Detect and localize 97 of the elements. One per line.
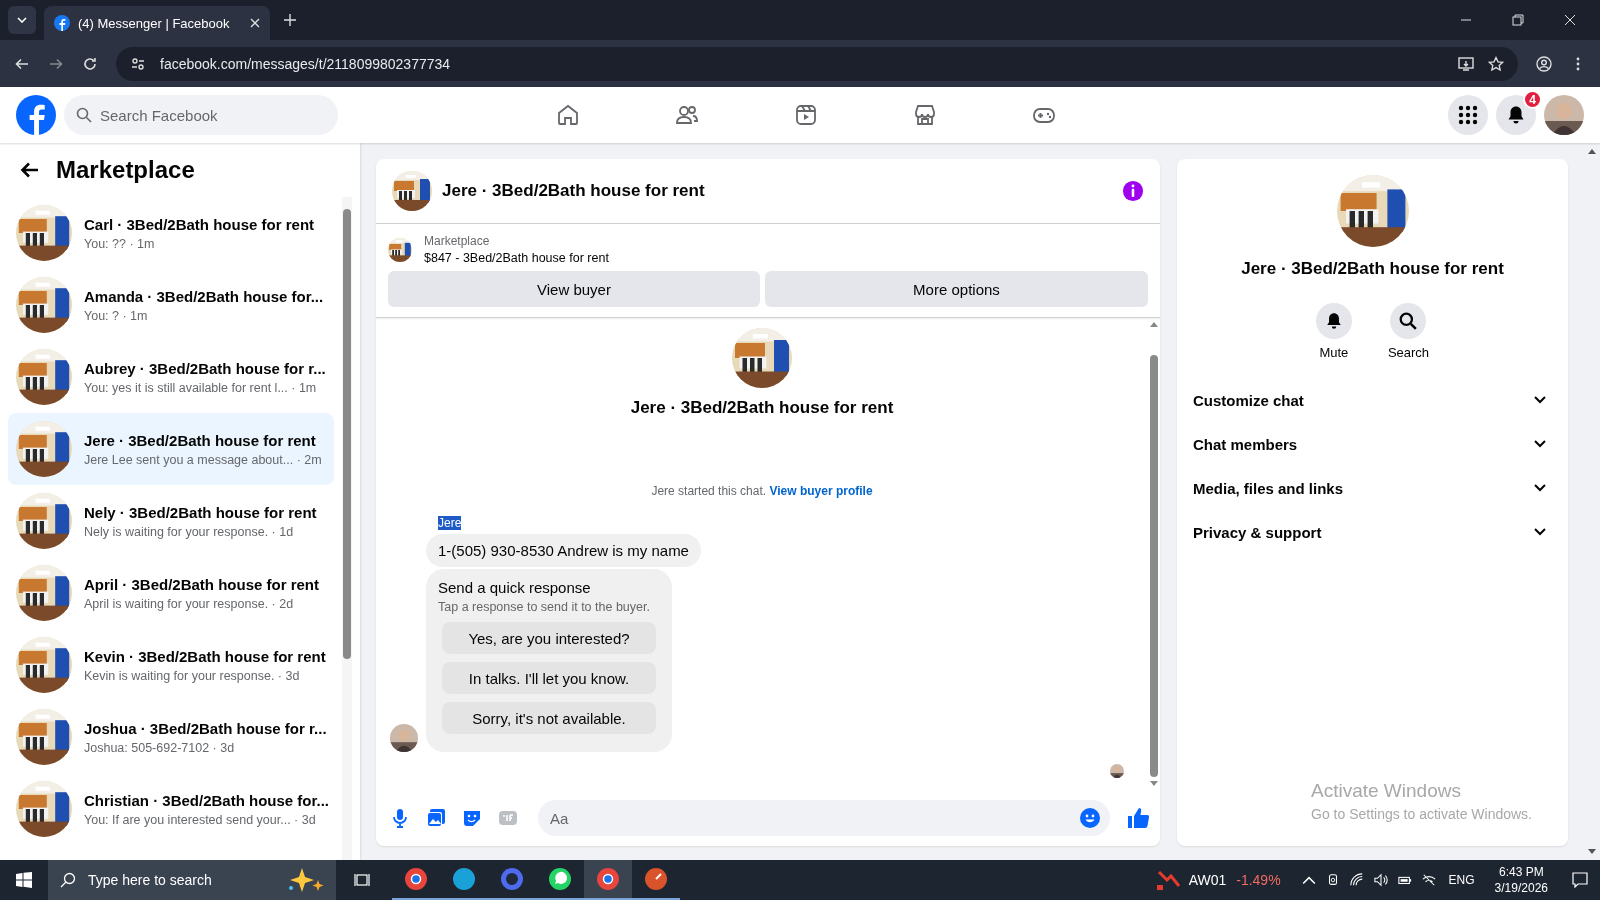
star-icon[interactable] xyxy=(1488,55,1504,72)
restore-icon[interactable] xyxy=(1512,14,1524,26)
scroll-up-icon[interactable] xyxy=(1588,149,1596,154)
app-icon xyxy=(596,867,620,891)
task-view-icon[interactable] xyxy=(354,872,370,888)
close-icon[interactable] xyxy=(250,18,260,28)
search-icon xyxy=(1399,312,1418,330)
sender-name: Jere xyxy=(438,516,462,530)
message-input[interactable]: Aa xyxy=(538,800,1110,836)
conversation-item[interactable]: Kevin · 3Bed/2Bath house for rent Kevin is waiting for your response. · 3d xyxy=(8,629,334,701)
scrollbar[interactable] xyxy=(342,197,352,860)
grid-icon xyxy=(1458,105,1478,125)
app-icon xyxy=(548,867,572,891)
people-icon[interactable] xyxy=(674,103,699,127)
video-icon[interactable] xyxy=(793,103,818,127)
emoji-icon[interactable] xyxy=(1080,808,1100,828)
quick-response-button[interactable]: Yes, are you interested? xyxy=(442,622,656,654)
action-label: Search xyxy=(1387,345,1430,360)
scroll-down-icon[interactable] xyxy=(1588,849,1596,854)
conversation-item[interactable]: April · 3Bed/2Bath house for rent April is waiting for your response. · 2d xyxy=(8,557,334,629)
menu-button[interactable] xyxy=(1448,95,1488,135)
scroll-up-icon[interactable] xyxy=(1150,322,1158,327)
clock-time[interactable]: 6:43 PM xyxy=(1498,865,1544,879)
home-icon[interactable] xyxy=(555,103,580,127)
microphone-icon[interactable] xyxy=(390,808,410,828)
bell-icon xyxy=(1506,105,1526,125)
quick-response-button[interactable]: Sorry, it's not available. xyxy=(442,702,656,734)
stock-symbol: AW01 xyxy=(1188,872,1227,888)
site-settings-icon[interactable] xyxy=(130,55,146,72)
listing-source: Marketplace xyxy=(424,234,491,248)
listing-button[interactable]: More options xyxy=(764,271,1148,307)
store-icon[interactable] xyxy=(912,103,937,127)
browser-tab[interactable]: (4) Messenger | Facebook xyxy=(44,6,270,40)
section-header[interactable]: Media, files and links xyxy=(1193,466,1552,510)
section-header[interactable]: Privacy & support xyxy=(1193,510,1552,554)
notification-center-icon[interactable] xyxy=(1572,872,1588,888)
info-icon[interactable] xyxy=(1122,180,1144,202)
facebook-logo[interactable] xyxy=(16,95,56,135)
app-icon xyxy=(404,867,428,891)
conversation-item[interactable]: Amanda · 3Bed/2Bath house for... You: ? · 1m xyxy=(8,269,334,341)
search-field[interactable]: Search Facebook xyxy=(64,95,338,135)
sidebar-title: Marketplace xyxy=(56,156,195,184)
no-network-icon[interactable] xyxy=(1421,873,1436,887)
facebook-icon xyxy=(54,15,70,31)
conversation-item[interactable]: Christian · 3Bed/2Bath house for... You: If are you interested send your... · 3d xyxy=(8,773,334,845)
activation-notice-title: Activate Windows xyxy=(1311,780,1462,802)
conversation-title: Jere · 3Bed/2Bath house for rent xyxy=(1241,259,1504,279)
chart-down-icon xyxy=(1156,870,1181,890)
sticker-icon[interactable] xyxy=(462,808,482,828)
app-icon xyxy=(644,867,668,891)
chevron-down-icon xyxy=(17,17,27,23)
app-icon xyxy=(452,867,476,891)
notifications-button[interactable] xyxy=(1496,95,1536,135)
conversation-item[interactable]: Nely · 3Bed/2Bath house for rent Nely is waiting for your response. · 1d xyxy=(8,485,334,557)
quick-response-hint: Tap a response to send it to the buyer. xyxy=(438,600,651,614)
conversation-item[interactable]: Aubrey · 3Bed/2Bath house for r... You: yes it is still available for rent l... · 1m xyxy=(8,341,334,413)
mute-button[interactable] xyxy=(1315,303,1352,339)
notification-badge: 4 xyxy=(1523,90,1542,109)
windows-icon[interactable] xyxy=(16,872,32,888)
tab-search-button[interactable] xyxy=(8,6,36,34)
message-bubble: 1-(505) 930-8530 Andrew is my name xyxy=(426,534,701,567)
quick-response-title: Send a quick response xyxy=(438,579,592,596)
thumbs-up-icon[interactable] xyxy=(1126,806,1150,830)
back-arrow-icon[interactable] xyxy=(20,160,40,180)
search-icon xyxy=(76,107,92,123)
reload-icon[interactable] xyxy=(82,55,98,72)
wifi-icon[interactable] xyxy=(1349,873,1364,887)
section-header[interactable]: Chat members xyxy=(1193,422,1552,466)
listing-button[interactable]: View buyer xyxy=(388,271,760,307)
clock-date[interactable]: 3/19/2026 xyxy=(1494,881,1548,895)
conversation-item[interactable]: Jere · 3Bed/2Bath house for rent Jere Lee sent you a message about... · 2m xyxy=(8,413,334,485)
install-app-icon[interactable] xyxy=(1458,55,1474,72)
app-icon xyxy=(500,867,524,891)
search-icon xyxy=(60,872,76,888)
stock-change: -1.49% xyxy=(1236,872,1281,888)
conversation-item[interactable]: Carl · 3Bed/2Bath house for rent You: ?? · 1m xyxy=(8,197,334,269)
chat-title: Jere · 3Bed/2Bath house for rent xyxy=(442,181,705,201)
address-bar[interactable]: facebook.com/messages/t/2118099802377734 xyxy=(116,46,1518,81)
close-icon[interactable] xyxy=(1564,14,1576,26)
conversation-item[interactable]: Joshua · 3Bed/2Bath house for r... Joshua: 505-692-7102 · 3d xyxy=(8,701,334,773)
speaker-icon[interactable] xyxy=(1373,873,1388,887)
search-button[interactable] xyxy=(1390,303,1427,339)
image-icon[interactable] xyxy=(426,808,446,828)
intro-name: Jere · 3Bed/2Bath house for rent xyxy=(630,398,894,418)
taskbar-search-field[interactable]: Type here to search xyxy=(48,860,336,900)
new-tab-icon[interactable] xyxy=(284,14,296,26)
activation-notice-text: Go to Settings to activate Windows. xyxy=(1311,806,1532,822)
profile-icon[interactable] xyxy=(1536,55,1552,72)
action-label: Mute xyxy=(1319,345,1349,360)
quick-response-button[interactable]: In talks. I'll let you know. xyxy=(442,662,656,694)
section-header[interactable]: Customize chat xyxy=(1193,378,1552,422)
chat-start-notice: Jere started this chat. xyxy=(651,484,767,498)
listing-title: $847 - 3Bed/2Bath house for rent xyxy=(424,251,609,265)
sparkle-icon xyxy=(286,868,326,892)
language-indicator[interactable]: ENG xyxy=(1448,873,1475,887)
buyer-profile-link[interactable]: View buyer profile xyxy=(769,484,873,498)
scroll-down-icon[interactable] xyxy=(1150,781,1158,786)
